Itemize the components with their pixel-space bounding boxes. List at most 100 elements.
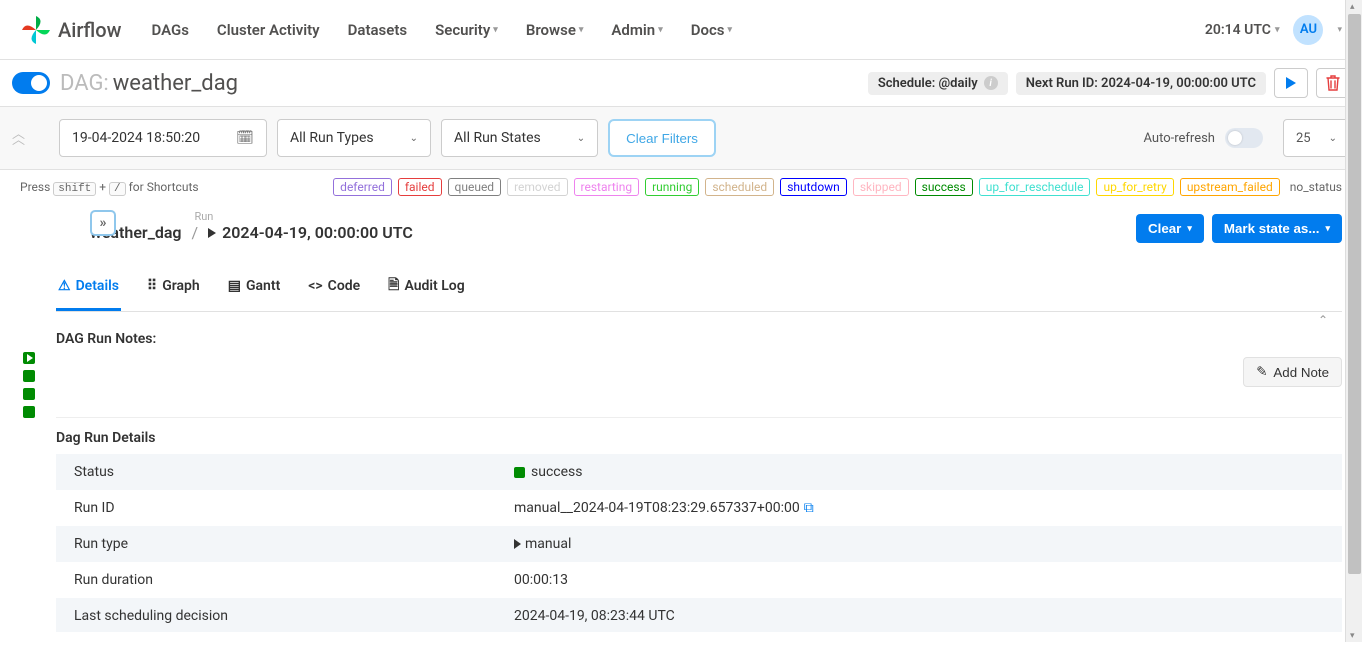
run-types-select[interactable]: All Run Types⌄	[277, 119, 431, 157]
state-pill-upstream_failed[interactable]: upstream_failed	[1180, 178, 1280, 196]
breadcrumb: weather_dag / 2024-04-19, 00:00:00 UTC	[90, 223, 1342, 242]
tab-details[interactable]: ⚠Details	[56, 264, 121, 311]
dag-header: DAG: weather_dag Schedule: @dailyi Next …	[0, 60, 1362, 107]
nav-docs[interactable]: Docs▾	[691, 21, 732, 39]
detail-key: Run duration	[56, 562, 496, 598]
chevron-down-icon: ▾	[658, 25, 663, 35]
nav-datasets[interactable]: Datasets	[348, 21, 407, 39]
details-scroll-region[interactable]: ⌃ DAG Run Notes: ✎ Add Note Dag Run Deta…	[56, 312, 1342, 632]
nav-security[interactable]: Security▾	[435, 21, 498, 39]
schedule-pill[interactable]: Schedule: @dailyi	[868, 72, 1008, 95]
expand-panel-button[interactable]: »	[90, 210, 116, 236]
state-pill-up_for_reschedule[interactable]: up_for_reschedule	[979, 178, 1091, 196]
breadcrumb-separator: /	[192, 223, 199, 242]
main: » DAG Run weather_dag / 2024-04-19, 00:0…	[0, 204, 1362, 652]
detail-value: 00:00:13	[496, 562, 1342, 598]
breadcrumb-run[interactable]: 2024-04-19, 00:00:00 UTC	[222, 223, 413, 242]
table-row: Last scheduling decision 2024-04-19, 08:…	[56, 598, 1342, 632]
graph-icon: ⠿	[147, 278, 157, 294]
tab-gantt[interactable]: ▤Gantt	[226, 264, 283, 311]
tabs: ⚠Details ⠿Graph ▤Gantt <>Code 🗎Audit Log	[56, 264, 1342, 312]
add-note-button[interactable]: ✎ Add Note	[1243, 357, 1342, 387]
pencil-icon: ✎	[1256, 364, 1267, 380]
auto-refresh-toggle[interactable]	[1225, 128, 1263, 148]
chevron-down-icon: ▾	[728, 25, 733, 35]
detail-key: Last scheduling decision	[56, 598, 496, 632]
nav-admin[interactable]: Admin▾	[611, 21, 662, 39]
chevron-down-icon[interactable]: ▾	[1337, 25, 1342, 35]
state-pill-skipped[interactable]: skipped	[853, 178, 909, 196]
state-pill-removed[interactable]: removed	[507, 178, 567, 196]
grid-task-marker[interactable]	[23, 370, 35, 382]
logo[interactable]: Airflow	[20, 14, 121, 46]
tab-audit-log[interactable]: 🗎Audit Log	[386, 264, 467, 311]
nav-browse[interactable]: Browse▾	[526, 21, 584, 39]
scroll-up-icon: ▴	[1350, 2, 1359, 11]
scroll-down-icon: ▾	[1350, 631, 1359, 640]
run-states-select[interactable]: All Run States⌄	[441, 119, 598, 157]
kbd-shift: shift	[53, 182, 96, 196]
scrollbar-thumb[interactable]	[1348, 14, 1361, 574]
table-row: Status success	[56, 454, 1342, 490]
detail-value: manual	[496, 526, 1342, 562]
nav-dags[interactable]: DAGs	[151, 21, 188, 39]
trash-icon	[1326, 75, 1340, 91]
state-legend: deferred failed queued removed restarting run…	[333, 178, 1342, 196]
collapse-section-button[interactable]: ⌃	[1318, 313, 1328, 327]
trigger-dag-button[interactable]	[1274, 68, 1308, 98]
tab-graph[interactable]: ⠿Graph	[145, 264, 202, 311]
state-pill-shutdown[interactable]: shutdown	[780, 178, 847, 196]
nav-cluster-activity[interactable]: Cluster Activity	[217, 21, 320, 39]
brand-text: Airflow	[58, 18, 121, 42]
dag-title-prefix: DAG:	[60, 71, 109, 96]
grid-column	[12, 204, 46, 652]
chevron-down-icon: ▾	[579, 25, 584, 35]
state-pill-restarting[interactable]: restarting	[574, 178, 640, 196]
chevron-down-icon: ⌄	[410, 133, 418, 144]
collapse-all-icon[interactable]: ︿︿	[12, 132, 25, 144]
dag-run-details-title: Dag Run Details	[56, 417, 1342, 446]
state-pill-deferred[interactable]: deferred	[333, 178, 392, 196]
state-no-status[interactable]: no_status	[1290, 180, 1342, 194]
detail-value: 2024-04-19, 08:23:44 UTC	[496, 598, 1342, 632]
dag-enable-toggle[interactable]	[12, 72, 50, 94]
copy-icon[interactable]: ⧉	[804, 500, 814, 516]
play-icon	[208, 228, 216, 238]
state-pill-success[interactable]: success	[915, 178, 973, 196]
nav-links: DAGs Cluster Activity Datasets Security▾…	[151, 21, 732, 39]
state-pill-failed[interactable]: failed	[398, 178, 442, 196]
state-pill-up_for_retry[interactable]: up_for_retry	[1096, 178, 1173, 196]
legend-bar: Press shift + / for Shortcuts deferred fa…	[0, 170, 1362, 204]
datetime-picker[interactable]: 19-04-2024 18:50:20 🗓	[59, 119, 267, 157]
avatar[interactable]: AU	[1293, 15, 1323, 45]
chevron-down-icon: ⌄	[577, 133, 585, 144]
info-icon: i	[984, 76, 998, 90]
state-pill-running[interactable]: running	[645, 178, 699, 196]
dag-run-details-table: Status success Run ID manual__2024-04-19…	[56, 454, 1342, 632]
state-pill-scheduled[interactable]: scheduled	[705, 178, 774, 196]
chevron-down-icon: ▾	[493, 25, 498, 35]
browser-scrollbar[interactable]: ▴ ▾	[1345, 0, 1362, 642]
clear-filters-button[interactable]: Clear Filters	[608, 119, 716, 157]
chevron-down-icon: ⌄	[1329, 133, 1337, 144]
clock[interactable]: 20:14 UTC▾	[1205, 22, 1280, 38]
grid-task-marker[interactable]	[23, 388, 35, 400]
dag-title-name: weather_dag	[113, 71, 238, 96]
document-icon: 🗎	[388, 274, 399, 298]
dag-run-notes-title: DAG Run Notes:	[56, 331, 1342, 347]
top-nav: Airflow DAGs Cluster Activity Datasets S…	[0, 0, 1362, 60]
table-row: Run type manual	[56, 526, 1342, 562]
breadcrumb-run-label: Run	[194, 210, 213, 223]
next-run-pill[interactable]: Next Run ID: 2024-04-19, 00:00:00 UTC	[1016, 72, 1266, 95]
state-pill-queued[interactable]: queued	[448, 178, 502, 196]
calendar-icon: 🗓	[236, 130, 254, 146]
filter-bar: ︿︿ 19-04-2024 18:50:20 🗓 All Run Types⌄ …	[0, 107, 1362, 170]
grid-dag-run-marker[interactable]	[23, 352, 35, 364]
play-icon	[1286, 77, 1296, 89]
page-size-select[interactable]: 25⌄	[1283, 119, 1350, 157]
tab-code[interactable]: <>Code	[306, 264, 362, 311]
chevron-down-icon: ▾	[1275, 25, 1280, 35]
shortcuts-hint: Press shift + / for Shortcuts	[20, 180, 199, 195]
grid-task-marker[interactable]	[23, 406, 35, 418]
table-row: Run ID manual__2024-04-19T08:23:29.65733…	[56, 490, 1342, 526]
